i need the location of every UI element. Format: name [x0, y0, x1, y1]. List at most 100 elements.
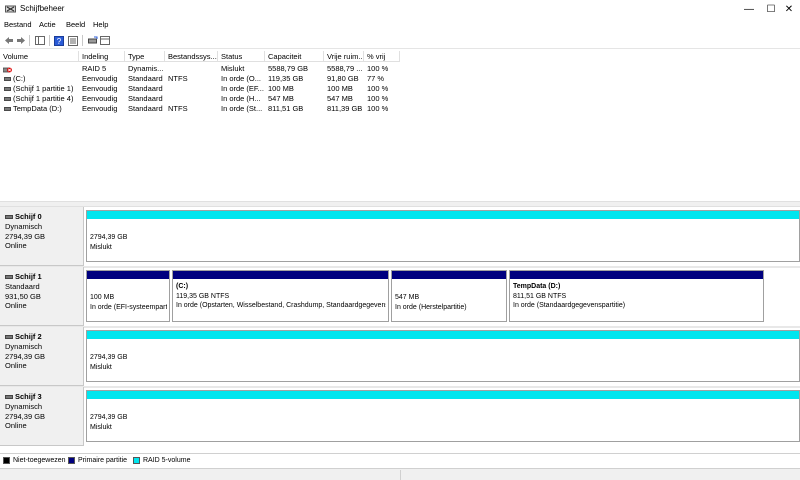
disk-row: Schijf 2 Dynamisch 2794,39 GB Online 2794,39…	[0, 327, 800, 386]
menu-actie[interactable]: Actie	[39, 20, 56, 29]
partition-size: 2794,39 GB	[90, 354, 128, 361]
menu-beeld[interactable]: Beeld	[66, 20, 85, 29]
partition-text: 2794,39 GB Mislukt	[90, 233, 797, 252]
partition-block[interactable]: 100 MB In orde (EFI-systeempartitie)	[86, 270, 170, 322]
partition-status: Mislukt	[90, 423, 112, 431]
disk-kind: Standaard	[5, 281, 40, 291]
disk-name-row: Schijf 3	[5, 392, 83, 402]
help-icon[interactable]: ?	[53, 35, 64, 46]
volume-cell-volume[interactable]: (Schijf 1 partitie 1)	[10, 84, 79, 94]
window-title: Schijfbeheer	[20, 4, 65, 13]
partition-block[interactable]: 2794,39 GB Mislukt	[86, 330, 800, 382]
partition-status: In orde (Herstelpartitie)	[395, 303, 467, 311]
disk-size: 2794,39 GB	[5, 351, 46, 361]
volume-cell-capacity: 119,35 GB	[268, 74, 304, 83]
partition-color-bar	[173, 271, 388, 279]
column-header-filesystem[interactable]: Bestandssys...	[165, 51, 218, 62]
volume-cell-free: 5588,79 ...	[327, 64, 363, 73]
disk-label[interactable]: Schijf 2 Dynamisch 2794,39 GB Online	[0, 327, 84, 386]
volume-cell-volume[interactable]: TempData (D:)	[10, 104, 79, 114]
volume-cell-pct: 100 %	[367, 64, 389, 73]
partition-status: Mislukt	[90, 363, 112, 371]
volume-cell-free: 547 MB	[327, 94, 353, 103]
title-bar: Schijfbeheer — ☐ ✕	[0, 0, 800, 19]
toolbar-separator	[49, 35, 50, 46]
partition-text: TempData (D:) 811,51 GB NTFS In orde (Stan…	[513, 282, 761, 311]
properties-icon[interactable]	[67, 35, 78, 46]
partition-status: In orde (Standaardgegevenspartitie)	[513, 302, 626, 309]
disk-label[interactable]: Schijf 0 Dynamisch 2794,39 GB Online	[0, 207, 84, 266]
volume-cell-status: Mislukt	[221, 64, 245, 73]
partition-color-bar	[87, 391, 799, 399]
volume-cell-status: In orde (St...	[221, 104, 263, 113]
disk-graphical-view: Schijf 0 Dynamisch 2794,39 GB Online 2794,39…	[0, 207, 800, 453]
volume-cell-layout: RAID 5	[82, 64, 107, 73]
volume-cell-capacity: 5588,79 GB	[268, 64, 309, 73]
back-arrow-icon[interactable]	[3, 35, 14, 46]
menu-help[interactable]: Help	[93, 20, 108, 29]
partition-text: 2794,39 GB Mislukt	[90, 353, 797, 372]
volume-cell-layout: Eenvoudig	[82, 104, 118, 113]
volume-cell-pct: 100 %	[367, 104, 389, 113]
disk-connect-icon[interactable]	[87, 35, 98, 46]
volume-list: Volume Indeling Type Bestandssys... Stat…	[0, 51, 800, 201]
close-button[interactable]: ✕	[778, 0, 800, 19]
partition-color-bar	[87, 211, 799, 219]
legend-swatch	[68, 457, 75, 464]
disk-state: Online	[5, 361, 27, 371]
legend-label: RAID 5-volume	[143, 457, 191, 464]
column-header-free-space[interactable]: Vrije ruim...	[324, 51, 364, 62]
disk-name-row: Schijf 2	[5, 332, 83, 342]
disk-row: Schijf 1 Standaard 931,50 GB Online 100 MB In…	[0, 267, 800, 326]
disk-size: 2794,39 GB	[5, 231, 46, 241]
disk-name: Schijf 2	[15, 332, 42, 341]
volume-cell-type: Standaard	[128, 84, 163, 93]
minimize-button[interactable]: —	[738, 0, 760, 19]
list-view-icon[interactable]	[99, 35, 110, 46]
volume-cell-volume[interactable]: (Schijf 1 partitie 4)	[10, 94, 79, 104]
volume-cell-status: In orde (EF...	[221, 84, 264, 93]
column-header-status[interactable]: Status	[218, 51, 265, 62]
status-pane	[400, 470, 800, 480]
column-header-percent-free[interactable]: % vrij	[364, 51, 400, 62]
toolbar-separator	[82, 35, 83, 46]
disk-size: 2794,39 GB	[5, 411, 46, 421]
volume-cell-fs	[165, 94, 218, 104]
partition-block[interactable]: TempData (D:) 811,51 GB NTFS In orde (Stan…	[509, 270, 764, 322]
disk-label[interactable]: Schijf 1 Standaard 931,50 GB Online	[0, 267, 84, 326]
partition-text: (C:) 119,35 GB NTFS In orde (Opstarten, Wi…	[176, 282, 386, 311]
partition-color-bar	[392, 271, 506, 279]
volume-cell-type: Standaard	[128, 94, 163, 103]
column-header-capacity[interactable]: Capaciteit	[265, 51, 324, 62]
partition-block[interactable]: 547 MB In orde (Herstelpartitie)	[391, 270, 507, 322]
console-tree-icon[interactable]	[34, 35, 45, 46]
volume-cell-volume[interactable]	[10, 64, 79, 74]
disk-icon	[5, 214, 13, 219]
disk-kind: Dynamisch	[5, 341, 43, 351]
volume-cell-type: Standaard	[128, 104, 163, 113]
disk-label[interactable]: Schijf 3 Dynamisch 2794,39 GB Online	[0, 387, 84, 446]
disk-icon	[5, 274, 13, 279]
volume-cell-layout: Eenvoudig	[82, 94, 118, 103]
volume-cell-type: Standaard	[128, 74, 163, 83]
column-header-layout[interactable]: Indeling	[79, 51, 125, 62]
partition-block[interactable]: 2794,39 GB Mislukt	[86, 390, 800, 442]
column-header-volume[interactable]: Volume	[0, 51, 79, 62]
partition-status: In orde (EFI-systeempartitie)	[90, 303, 167, 311]
volume-cell-status: In orde (H...	[221, 94, 261, 103]
volume-cell-layout: Eenvoudig	[82, 74, 118, 83]
partition-block[interactable]: 2794,39 GB Mislukt	[86, 210, 800, 262]
legend-swatch	[3, 457, 10, 464]
status-bar	[0, 468, 800, 480]
partition-block[interactable]: (C:) 119,35 GB NTFS In orde (Opstarten, Wi…	[172, 270, 389, 322]
partition-size: 811,51 GB NTFS	[513, 292, 567, 300]
menu-bestand[interactable]: Bestand	[4, 20, 32, 29]
partition-color-bar	[510, 271, 763, 279]
forward-arrow-icon[interactable]	[15, 35, 26, 46]
volume-cell-volume[interactable]: (C:)	[10, 74, 79, 84]
column-header-type[interactable]: Type	[125, 51, 165, 62]
volume-cell-fs	[165, 64, 218, 74]
partition-status: In orde (Opstarten, Wisselbestand, Crash…	[176, 302, 386, 309]
disk-row: Schijf 3 Dynamisch 2794,39 GB Online 2794,39…	[0, 387, 800, 446]
disk-state: Online	[5, 301, 27, 311]
